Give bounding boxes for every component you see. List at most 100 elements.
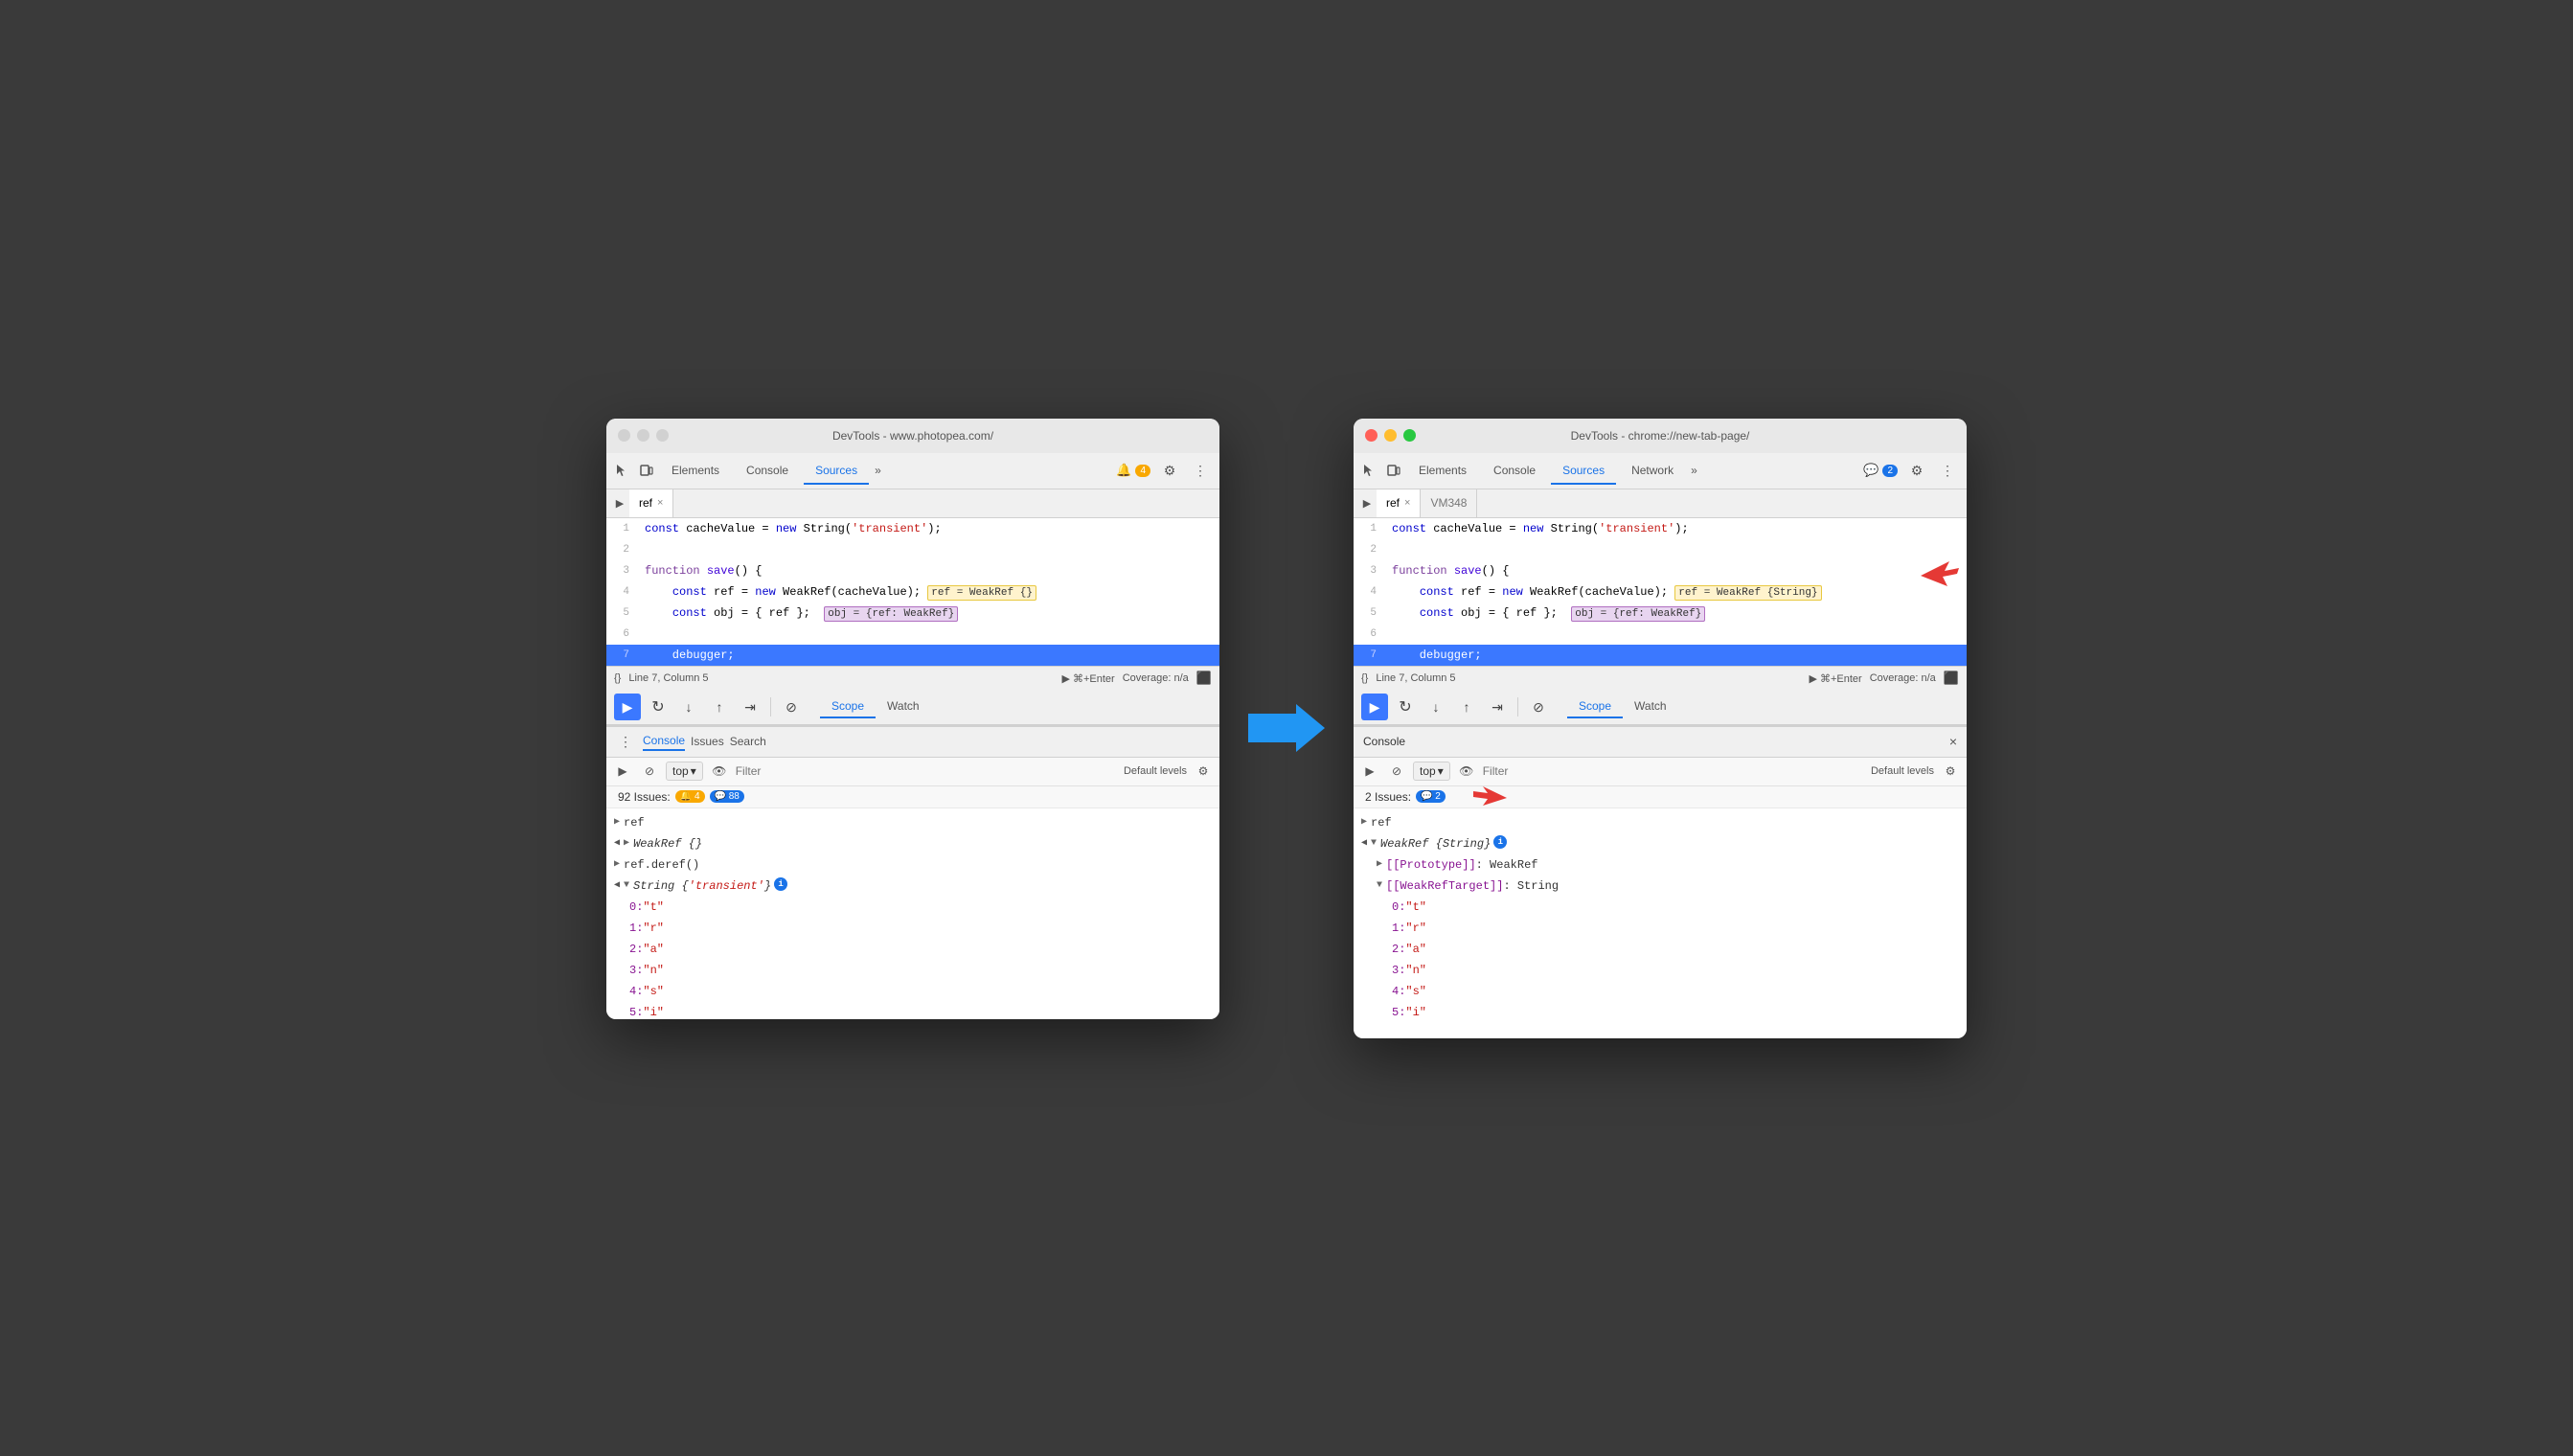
right-tab-sources[interactable]: Sources — [1551, 458, 1616, 485]
right-run-icon[interactable]: ▶ — [1357, 493, 1377, 512]
red-arrow-badge — [1469, 782, 1516, 818]
right-step-btn[interactable]: ⇥ — [1484, 694, 1511, 720]
right-expand-weakref-icon[interactable]: ▼ — [1371, 835, 1377, 853]
right-console-row-t1: 1: "r" — [1384, 918, 1967, 939]
right-tab-console[interactable]: Console — [1482, 458, 1547, 483]
right-deactivate-btn[interactable]: ⊘ — [1525, 694, 1552, 720]
right-console-run-btn[interactable]: ▶ — [1359, 761, 1380, 782]
right-step-out-btn[interactable]: ↑ — [1453, 694, 1480, 720]
right-minimize-button[interactable] — [1384, 429, 1397, 442]
console-settings-btn[interactable]: ⚙ — [1193, 761, 1214, 782]
right-console-settings-btn[interactable]: ⚙ — [1940, 761, 1961, 782]
close-button[interactable] — [618, 429, 630, 442]
console-run-btn[interactable]: ▶ — [612, 761, 633, 782]
right-resume-btn[interactable]: ▶ — [1361, 694, 1388, 720]
close-tab-icon[interactable]: × — [657, 497, 663, 509]
top-dropdown[interactable]: top ▾ — [666, 762, 703, 781]
right-cursor-icon[interactable] — [1361, 463, 1377, 478]
issues-yellow-badge: 🔔 4 — [675, 790, 705, 803]
settings-icon[interactable]: ⚙ — [1158, 459, 1181, 482]
right-scope-tab[interactable]: Scope — [1567, 695, 1623, 718]
step-btn[interactable]: ⇥ — [737, 694, 763, 720]
right-expand-target-icon[interactable]: ▼ — [1377, 877, 1382, 895]
right-more-options-icon[interactable]: ⋮ — [1936, 459, 1959, 482]
filter-levels-dropdown[interactable]: Default levels — [1124, 765, 1187, 777]
right-info-icon[interactable]: i — [1493, 835, 1507, 849]
left-issues-bar: 92 Issues: 🔔 4 💬 88 — [606, 786, 1219, 808]
right-console-block-btn[interactable]: ⊘ — [1386, 761, 1407, 782]
right-top-dropdown[interactable]: top ▾ — [1413, 762, 1450, 781]
chevron-down-icon: ▾ — [691, 764, 696, 778]
console-tab-search[interactable]: Search — [730, 733, 766, 750]
right-tab-network[interactable]: Network — [1620, 458, 1685, 483]
right-expand-proto-icon[interactable]: ▶ — [1377, 856, 1382, 874]
right-device-icon[interactable] — [1386, 463, 1401, 478]
right-close-tab-icon[interactable]: × — [1404, 497, 1410, 509]
more-tabs-btn[interactable]: » — [875, 464, 881, 477]
eye-btn[interactable]: 👁 — [709, 761, 730, 782]
right-coverage-options-icon[interactable]: ⬛ — [1944, 671, 1959, 686]
cursor-icon[interactable] — [614, 463, 629, 478]
minimize-button[interactable] — [637, 429, 649, 442]
tab-console[interactable]: Console — [735, 458, 800, 483]
tab-elements[interactable]: Elements — [660, 458, 731, 483]
right-expand-ref-icon[interactable]: ▶ — [1361, 814, 1367, 831]
expand-ref-icon[interactable]: ▶ — [614, 814, 620, 831]
run-icon[interactable]: ▶ — [610, 493, 629, 512]
right-filter-levels-dropdown[interactable]: Default levels — [1871, 765, 1934, 777]
tab-sources[interactable]: Sources — [804, 458, 869, 485]
step-over-pause-btn[interactable]: ↻ — [645, 694, 672, 720]
right-file-tab-ref[interactable]: ref × — [1377, 489, 1421, 517]
watch-tab[interactable]: Watch — [876, 695, 931, 718]
right-run-snippet-btn[interactable]: ▶ ⌘+Enter — [1810, 672, 1862, 685]
left-status-bar: {} Line 7, Column 5 ▶ ⌘+Enter Coverage: … — [606, 666, 1219, 691]
file-tab-ref[interactable]: ref × — [629, 489, 673, 517]
console-block-btn[interactable]: ⊘ — [639, 761, 660, 782]
filter-input[interactable] — [736, 764, 1118, 778]
right-devtools-window: DevTools - chrome://new-tab-page/ Elemen… — [1354, 419, 1967, 1038]
expand-weakref-icon[interactable]: ▶ — [624, 835, 629, 853]
run-snippet-btn[interactable]: ▶ ⌘+Enter — [1062, 672, 1115, 685]
right-console-row-t3: 3: "n" — [1384, 960, 1967, 981]
left-source-panel: ▶ ref × 1 const cacheValue = new String(… — [606, 489, 1219, 725]
right-maximize-button[interactable] — [1403, 429, 1416, 442]
badge-count: 4 — [1135, 465, 1150, 477]
right-filter-input[interactable] — [1483, 764, 1865, 778]
console-row-ref: ▶ ref — [606, 812, 1219, 833]
issues-blue-badge: 💬 88 — [710, 790, 744, 803]
right-watch-tab[interactable]: Watch — [1623, 695, 1678, 718]
right-badge-count: 2 — [1882, 465, 1898, 477]
expand-deref-icon[interactable]: ▶ — [614, 856, 620, 874]
deactivate-btn[interactable]: ⊘ — [778, 694, 805, 720]
maximize-button[interactable] — [656, 429, 669, 442]
console-row-weakref: ◀ ▶ WeakRef {} — [606, 833, 1219, 854]
right-file-tab-vm348[interactable]: VM348 — [1421, 489, 1477, 517]
coverage-options-icon[interactable]: ⬛ — [1196, 671, 1212, 686]
step-into-btn[interactable]: ↓ — [675, 694, 702, 720]
left-debug-tabs: Scope Watch — [820, 695, 931, 718]
step-out-btn[interactable]: ↑ — [706, 694, 733, 720]
right-console-close-btn[interactable]: × — [1949, 734, 1957, 749]
more-options-icon[interactable]: ⋮ — [1189, 459, 1212, 482]
console-tab-console[interactable]: Console — [643, 732, 685, 751]
console-tab-issues[interactable]: Issues — [691, 733, 724, 750]
more-options-console[interactable]: ⋮ — [614, 730, 637, 753]
right-step-into-btn[interactable]: ↓ — [1423, 694, 1449, 720]
right-step-over-btn[interactable]: ↻ — [1392, 694, 1419, 720]
console-row-deref: ▶ ref.deref() — [606, 854, 1219, 876]
right-more-tabs-btn[interactable]: » — [1691, 464, 1697, 477]
expand-string-icon[interactable]: ▼ — [624, 877, 629, 895]
right-settings-icon[interactable]: ⚙ — [1905, 459, 1928, 482]
right-code-line-3: 3 function save() { — [1354, 560, 1967, 581]
right-issues-bar: 2 Issues: 💬 2 — [1354, 786, 1967, 808]
device-icon[interactable] — [639, 463, 654, 478]
scope-tab[interactable]: Scope — [820, 695, 876, 718]
info-icon[interactable]: i — [774, 877, 787, 891]
right-close-button[interactable] — [1365, 429, 1378, 442]
right-eye-btn[interactable]: 👁 — [1456, 761, 1477, 782]
left-code-area: 1 const cacheValue = new String('transie… — [606, 518, 1219, 666]
right-console-row-t4: 4: "s" — [1384, 981, 1967, 1002]
left-debug-toolbar: ▶ ↻ ↓ ↑ ⇥ ⊘ Scope Watch — [606, 691, 1219, 725]
resume-btn[interactable]: ▶ — [614, 694, 641, 720]
right-tab-elements[interactable]: Elements — [1407, 458, 1478, 483]
